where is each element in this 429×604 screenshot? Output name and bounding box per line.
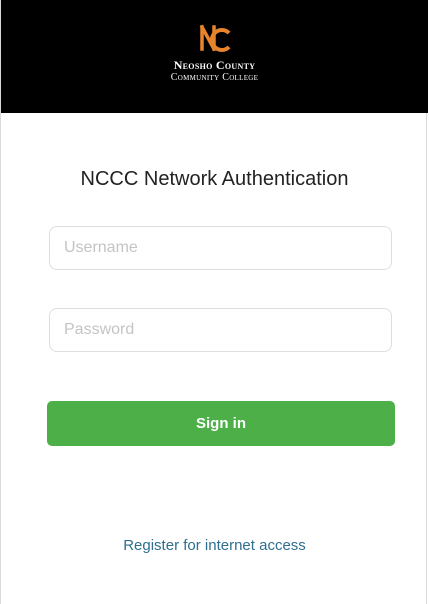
college-name-line1: Neosho County [173, 58, 256, 72]
header-banner: Neosho County Community College [1, 0, 428, 113]
username-input[interactable] [49, 226, 392, 270]
register-link[interactable]: Register for internet access [1, 537, 428, 554]
college-name-line2: Community College [170, 72, 259, 83]
college-logo: Neosho County Community College [1, 22, 428, 84]
college-monogram-icon [199, 24, 230, 52]
page-title: NCCC Network Authentication [80, 168, 349, 190]
login-page: Neosho County Community College NCCC Net… [0, 0, 428, 604]
sign-in-button[interactable]: Sign in [47, 401, 395, 446]
password-input[interactable] [49, 308, 392, 352]
